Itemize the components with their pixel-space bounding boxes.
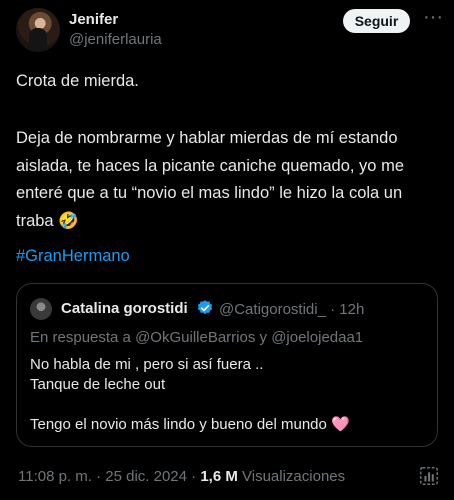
author-name[interactable]: Jenifer <box>69 11 118 28</box>
quoted-line-1: No habla de mi , pero si así fuera .. <box>30 356 264 373</box>
author-handle[interactable]: @jeniferlauria <box>69 31 162 48</box>
reply-join: y <box>255 329 272 346</box>
quoted-time: · 12h <box>330 301 365 318</box>
tweet-text: Crota de mierda. <box>16 70 436 93</box>
reply-prefix: En respuesta a <box>30 329 136 346</box>
hashtag-link[interactable]: #GranHermano <box>16 247 130 266</box>
quoted-line-3: Tengo el novio más lindo y bueno del mun… <box>30 416 350 433</box>
tweet-line-1: Crota de mierda. <box>16 72 139 90</box>
reply-context: En respuesta a @OkGuilleBarrios y @joelo… <box>30 329 363 346</box>
verified-badge-icon <box>197 300 213 315</box>
view-count: 1,6 M <box>200 468 238 485</box>
more-icon[interactable]: ··· <box>423 7 443 30</box>
tweet-meta: 11:08 p. m. · 25 dic. 2024 · 1,6 M Visua… <box>18 468 345 485</box>
quoted-handle-time[interactable]: @Catigorostidi_ · 12h <box>219 301 364 318</box>
follow-button[interactable]: Seguir <box>343 9 410 33</box>
reply-user-1[interactable]: @OkGuilleBarrios <box>135 329 255 346</box>
view-stats-icon[interactable] <box>418 465 440 487</box>
quoted-author-name[interactable]: Catalina gorostidi <box>61 300 188 317</box>
reply-user-2[interactable]: @joelojedaa1 <box>271 329 363 346</box>
quoted-line-2: Tanque de leche out <box>30 376 166 393</box>
quoted-avatar[interactable] <box>30 298 52 320</box>
quoted-tweet-card[interactable]: Catalina gorostidi @Catigorostidi_ · 12h… <box>16 283 438 447</box>
author-avatar[interactable] <box>16 8 60 52</box>
tweet-timestamp[interactable]: 11:08 p. m. · 25 dic. 2024 · <box>18 468 200 485</box>
quoted-text: No habla de mi , pero si así fuera .. Ta… <box>30 355 425 435</box>
quoted-author-handle[interactable]: @Catigorostidi_ <box>219 301 326 318</box>
tweet-paragraph-2: Deja de nombrarme y hablar mierdas de mí… <box>16 129 404 230</box>
views-label: Visualizaciones <box>237 468 346 485</box>
